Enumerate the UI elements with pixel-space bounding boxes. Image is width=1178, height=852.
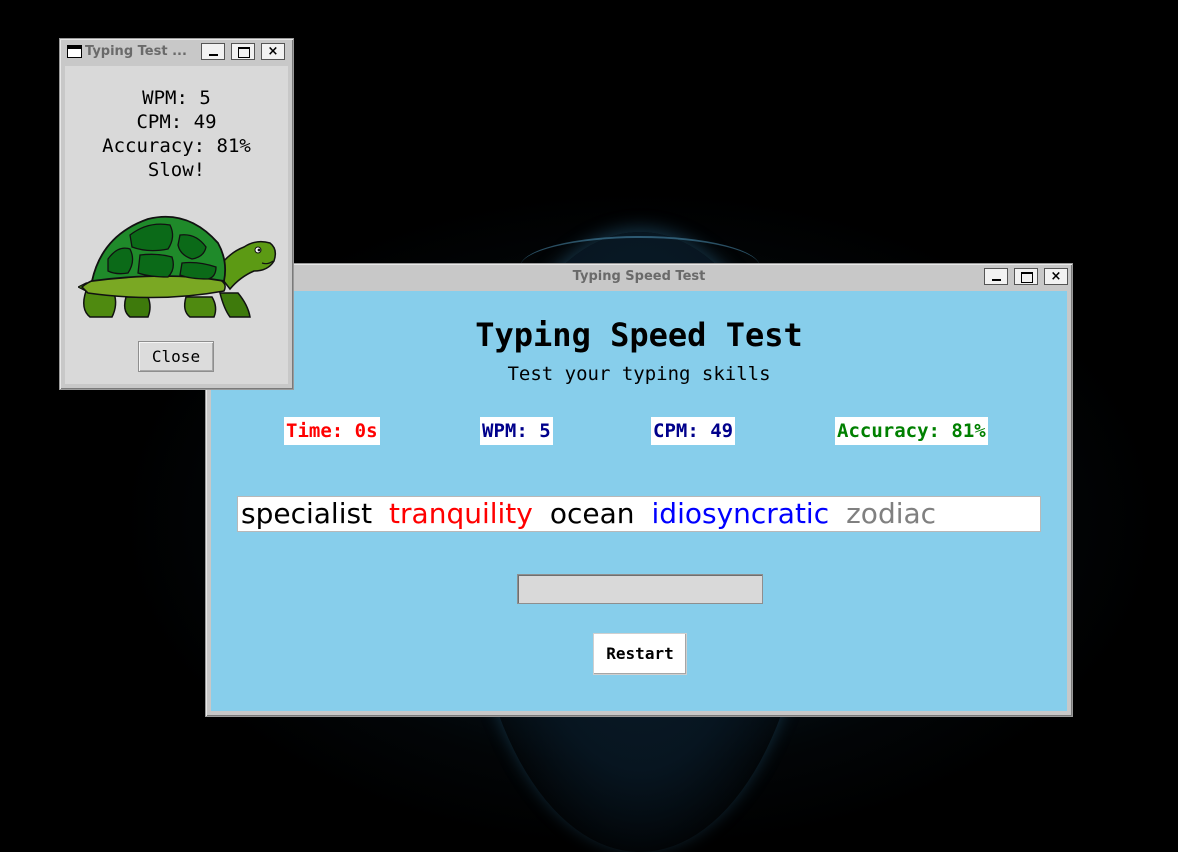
app-heading: Typing Speed Test	[475, 316, 803, 354]
minimize-button[interactable]	[984, 268, 1008, 285]
main-titlebar[interactable]: Typing Speed Test ×	[209, 267, 1069, 287]
target-words-display: specialist tranquility ocean idiosyncratic z…	[237, 496, 1041, 532]
popup-client-area: WPM: 5 CPM: 49 Accuracy: 81% Slow! Close	[65, 66, 288, 384]
time-stat: Time: 0s	[284, 417, 380, 445]
close-icon: ×	[1050, 269, 1062, 284]
popup-close-window-button[interactable]: ×	[261, 43, 285, 60]
popup-window-title: Typing Test ...	[85, 44, 187, 59]
results-popup-window: Typing Test ... × WPM: 5 CPM: 49 Accurac…	[59, 38, 294, 390]
popup-minimize-button[interactable]	[201, 43, 225, 60]
main-client-area: Typing Speed Test Test your typing skill…	[211, 291, 1067, 711]
target-word: idiosyncratic	[651, 497, 830, 530]
accuracy-stat: Accuracy: 81%	[835, 417, 988, 445]
target-word: specialist	[241, 497, 373, 530]
close-window-button[interactable]: ×	[1044, 268, 1068, 285]
typing-speed-test-window: Typing Speed Test × Typing Speed Test Te…	[205, 263, 1073, 717]
wpm-stat: WPM: 5	[480, 417, 553, 445]
popup-maximize-button[interactable]	[231, 43, 255, 60]
popup-verdict: Slow!	[147, 159, 206, 181]
window-app-icon	[67, 45, 82, 58]
cpm-stat: CPM: 49	[651, 417, 736, 445]
close-icon: ×	[267, 44, 279, 59]
target-word: tranquility	[389, 497, 533, 530]
app-subtitle: Test your typing skills	[507, 363, 771, 385]
typing-input[interactable]	[517, 574, 763, 604]
popup-results: WPM: 5 CPM: 49 Accuracy: 81% Slow!	[65, 86, 288, 182]
target-word: zodiac	[846, 497, 937, 530]
maximize-button[interactable]	[1014, 268, 1038, 285]
main-window-title: Typing Speed Test	[572, 269, 706, 284]
restart-button[interactable]: Restart	[593, 633, 687, 675]
popup-cpm: CPM: 49	[136, 111, 217, 133]
popup-accuracy: Accuracy: 81%	[102, 135, 251, 157]
close-button[interactable]: Close	[138, 341, 214, 372]
turtle-image	[78, 215, 277, 318]
popup-wpm: WPM: 5	[142, 87, 211, 109]
target-word: ocean	[549, 497, 635, 530]
popup-titlebar[interactable]: Typing Test ... ×	[63, 42, 290, 62]
